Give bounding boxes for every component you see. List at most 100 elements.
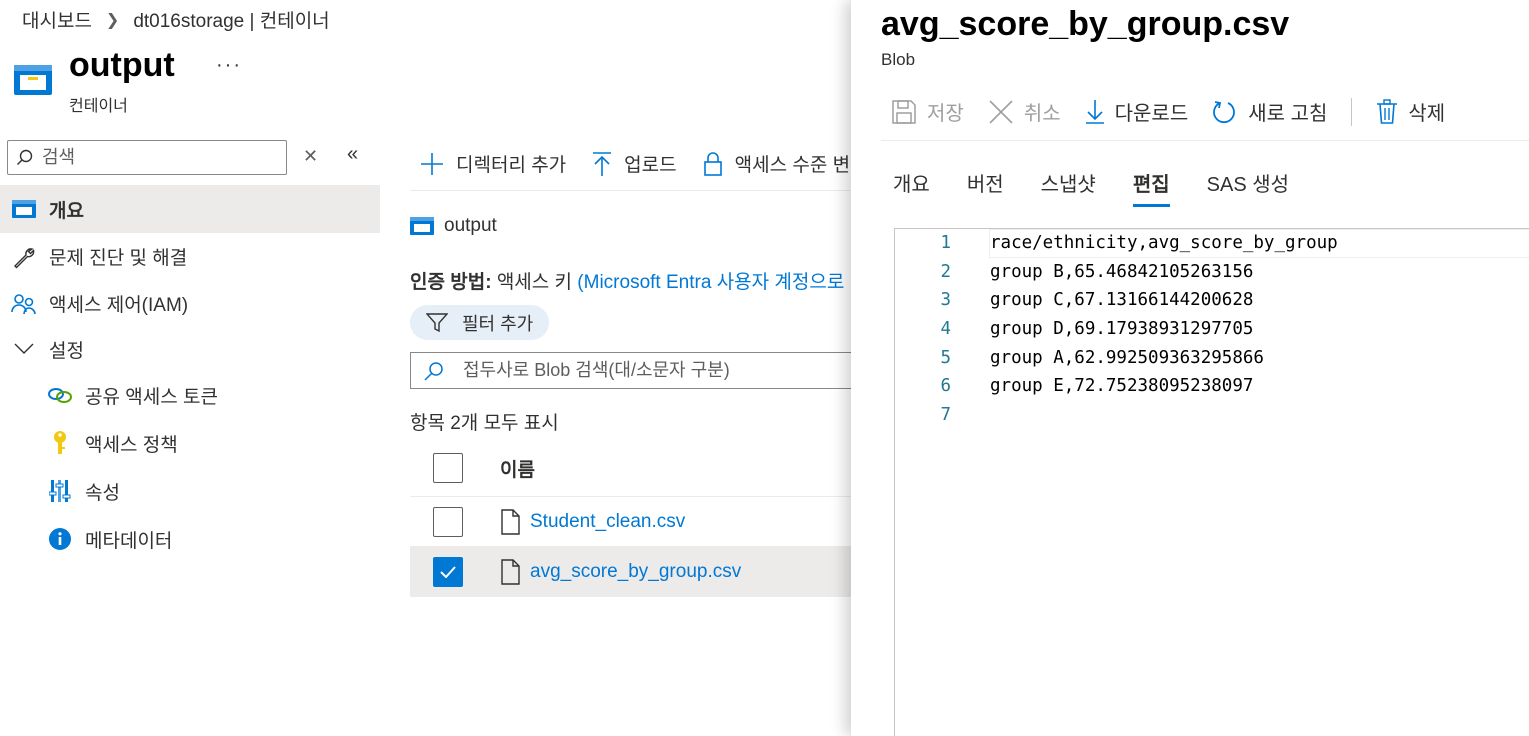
file-link[interactable]: avg_score_by_group.csv: [530, 561, 741, 583]
name-column-header[interactable]: 이름: [500, 455, 535, 482]
access-level-button[interactable]: 액세스 수준 변: [703, 150, 850, 177]
delete-button[interactable]: 삭제: [1376, 97, 1445, 126]
cancel-label: 취소: [1023, 103, 1061, 125]
save-button[interactable]: 저장: [891, 97, 964, 126]
add-directory-button[interactable]: 디렉터리 추가: [420, 150, 566, 177]
clear-search-icon[interactable]: ✕: [303, 146, 318, 167]
cancel-button[interactable]: 취소: [988, 97, 1061, 126]
breadcrumb-current[interactable]: dt016storage | 컨테이너: [133, 6, 329, 33]
more-options-button[interactable]: ···: [216, 54, 242, 77]
container-icon: [11, 196, 37, 222]
file-link[interactable]: Student_clean.csv: [530, 511, 685, 533]
breadcrumb-chevron-icon: ❯: [105, 11, 120, 29]
sidebar-item-label: 액세스 정책: [85, 434, 178, 456]
tab-edit[interactable]: 편집: [1132, 168, 1170, 207]
editor-line: 3 group C,67.13166144200628: [895, 286, 1529, 315]
line-text[interactable]: group C,67.13166144200628: [990, 290, 1253, 310]
upload-label: 업로드: [624, 155, 677, 176]
line-text[interactable]: group E,72.75238095238097: [990, 376, 1253, 396]
editor-line: 6 group E,72.75238095238097: [895, 372, 1529, 401]
tab-versions[interactable]: 버전: [967, 168, 1004, 207]
auth-value: 액세스 키: [496, 272, 573, 293]
panel-subtitle: Blob: [881, 50, 916, 69]
filter-icon: [426, 312, 448, 332]
line-number: 4: [940, 319, 951, 340]
link-icon: [47, 382, 73, 408]
row-checkbox[interactable]: [433, 556, 463, 587]
sidebar-item-iam[interactable]: 액세스 제어(IAM): [0, 280, 380, 327]
sidebar-item-metadata[interactable]: 메타데이터: [0, 515, 380, 563]
blob-search-input[interactable]: [463, 360, 843, 381]
editor-line: 5 group A,62.992509363295866: [895, 343, 1529, 372]
sidebar-item-label: 액세스 제어(IAM): [49, 295, 189, 316]
tab-overview[interactable]: 개요: [893, 168, 930, 207]
editor-line: 2 group B,65.46842105263156: [895, 258, 1529, 287]
auth-method: 인증 방법: 액세스 키 (Microsoft Entra 사용자 계정으로: [410, 267, 844, 294]
breadcrumb: 대시보드 ❯ dt016storage | 컨테이너: [22, 6, 330, 33]
add-filter-button[interactable]: 필터 추가: [410, 305, 550, 340]
delete-label: 삭제: [1408, 103, 1446, 125]
breadcrumb-home[interactable]: 대시보드: [22, 6, 92, 33]
command-bar-divider: [881, 140, 1529, 141]
page-title: output: [69, 46, 175, 84]
sidebar-item-settings[interactable]: 설정: [0, 327, 380, 371]
code-editor[interactable]: 1 race/ethnicity,avg_score_by_group 2 gr…: [894, 228, 1529, 736]
download-label: 다운로드: [1114, 103, 1189, 125]
container-icon: [410, 217, 434, 235]
sidebar-item-label: 공유 액세스 토큰: [85, 386, 218, 408]
panel-tabs: 개요 버전 스냅샷 편집 SAS 생성: [893, 168, 1289, 207]
search-icon: [17, 149, 33, 165]
auth-label: 인증 방법:: [410, 272, 492, 293]
toolbar-divider: [410, 190, 850, 191]
tab-generate-sas[interactable]: SAS 생성: [1207, 168, 1289, 207]
sidebar-item-diagnose[interactable]: 문제 진단 및 해결: [0, 233, 380, 280]
table-header: 이름: [410, 440, 870, 497]
blob-table: 이름 Student_clean.csv avg_score_by_group.…: [410, 440, 870, 597]
add-directory-label: 디렉터리 추가: [456, 155, 567, 176]
save-label: 저장: [927, 103, 964, 125]
blob-detail-panel: avg_score_by_group.csv Blob 저장 취소 다운로드 새…: [851, 0, 1529, 736]
line-text[interactable]: group D,69.17938931297705: [990, 319, 1253, 339]
people-icon: [11, 291, 37, 317]
sidebar-item-overview[interactable]: 개요: [0, 185, 380, 233]
sidebar-search-input[interactable]: [42, 147, 262, 168]
line-number: 5: [940, 347, 951, 368]
page-subtitle: 컨테이너: [69, 98, 128, 115]
sidebar-item-access-policy[interactable]: 액세스 정책: [0, 419, 380, 467]
sidebar-item-sas[interactable]: 공유 액세스 토큰: [0, 371, 380, 419]
refresh-button[interactable]: 새로 고침: [1212, 97, 1327, 126]
table-row[interactable]: Student_clean.csv: [410, 497, 870, 547]
checkmark-icon: [440, 565, 456, 578]
upload-button[interactable]: 업로드: [592, 150, 677, 177]
access-level-label: 액세스 수준 변: [734, 155, 851, 176]
file-icon: [501, 508, 520, 535]
line-text[interactable]: group A,62.992509363295866: [990, 348, 1264, 368]
line-number: 6: [940, 376, 951, 397]
save-icon: [892, 99, 916, 124]
sidebar-item-properties[interactable]: 속성: [0, 467, 380, 515]
table-row[interactable]: avg_score_by_group.csv: [410, 547, 870, 597]
switch-auth-link[interactable]: (Microsoft Entra 사용자 계정으로: [577, 272, 844, 293]
file-icon: [501, 558, 520, 585]
line-text[interactable]: race/ethnicity,avg_score_by_group: [989, 228, 1529, 258]
blob-search-box: [410, 352, 870, 389]
row-checkbox[interactable]: [433, 506, 463, 537]
container-path: output: [410, 215, 497, 237]
sidebar-item-label: 개요: [49, 200, 84, 222]
download-button[interactable]: 다운로드: [1085, 97, 1189, 126]
select-all-checkbox[interactable]: [433, 453, 463, 483]
file-name-cell: Student_clean.csv: [500, 508, 685, 535]
line-number: 1: [940, 233, 951, 254]
sidebar-search-box: [7, 140, 287, 175]
line-number: 3: [940, 290, 951, 311]
search-icon: [424, 361, 443, 381]
properties-icon: [47, 478, 73, 504]
panel-command-bar: 저장 취소 다운로드 새로 고침 삭제: [891, 97, 1469, 126]
collapse-sidebar-icon[interactable]: «: [347, 143, 358, 166]
editor-line: 4 group D,69.17938931297705: [895, 315, 1529, 344]
tab-snapshots[interactable]: 스냅샷: [1041, 168, 1096, 207]
line-text[interactable]: group B,65.46842105263156: [990, 262, 1253, 282]
close-icon: [989, 99, 1013, 124]
sidebar-item-label: 설정: [49, 340, 84, 362]
panel-title: avg_score_by_group.csv: [881, 5, 1290, 43]
